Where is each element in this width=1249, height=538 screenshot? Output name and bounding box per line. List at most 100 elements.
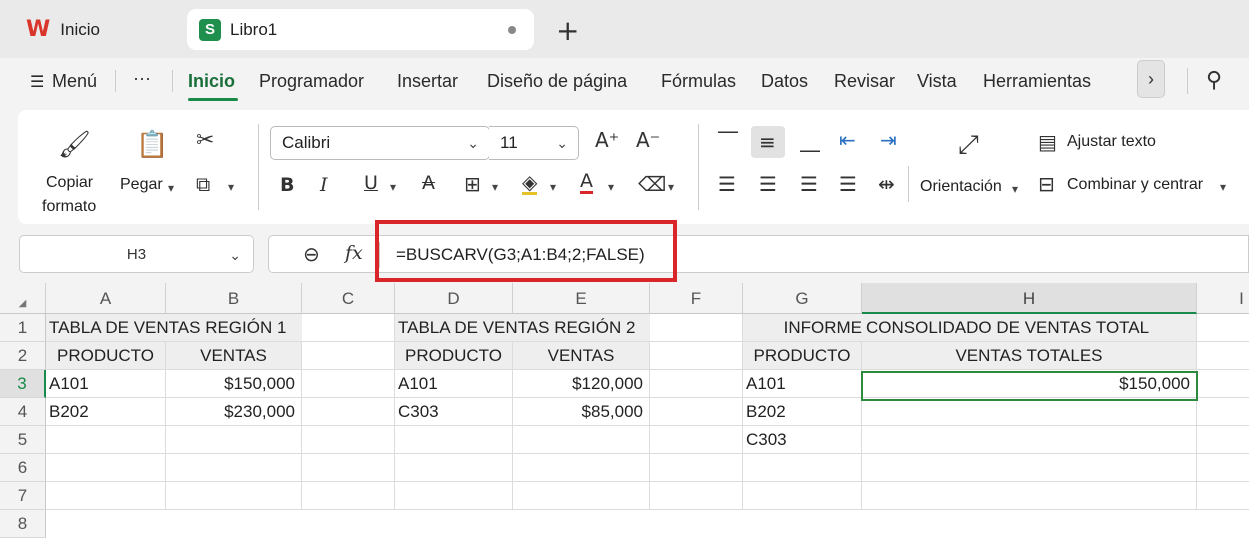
column-header[interactable]: E <box>513 283 650 314</box>
table-cell[interactable]: VENTAS TOTALES <box>862 342 1197 370</box>
table-cell[interactable] <box>650 398 743 426</box>
increase-indent-icon[interactable]: ⇥ <box>880 130 897 150</box>
table-cell[interactable] <box>650 370 743 398</box>
table-cell[interactable] <box>650 426 743 454</box>
paste-icon[interactable]: 📋 <box>136 132 168 158</box>
tab-data[interactable]: Datos <box>761 71 808 92</box>
menu-button[interactable]: Menú <box>52 71 97 92</box>
table-cell[interactable] <box>166 426 302 454</box>
eraser-icon[interactable]: ⌫ <box>638 174 666 194</box>
wrap-text-button[interactable]: Ajustar texto <box>1067 133 1156 151</box>
copy-format-label[interactable]: Copiar <box>46 174 93 192</box>
table-cell[interactable] <box>1197 426 1249 454</box>
table-cell[interactable] <box>302 370 395 398</box>
table-cell[interactable] <box>650 482 743 510</box>
table-cell[interactable]: $120,000 <box>513 370 650 398</box>
table-cell[interactable] <box>513 426 650 454</box>
more-options-icon[interactable]: ··· <box>133 68 151 89</box>
row-header[interactable]: 4 <box>0 398 46 426</box>
wrap-text-icon[interactable]: ▤ <box>1038 132 1057 152</box>
table-cell[interactable] <box>862 482 1197 510</box>
chevron-down-icon[interactable]: ▾ <box>1220 180 1226 194</box>
table-cell[interactable]: A101 <box>743 370 862 398</box>
select-all-corner[interactable]: ◢ <box>0 283 46 314</box>
table-cell[interactable] <box>302 398 395 426</box>
function-icon[interactable]: fx <box>345 244 363 263</box>
tab-view[interactable]: Vista <box>917 71 957 92</box>
decrease-font-icon[interactable]: A⁻ <box>636 130 660 150</box>
row-header[interactable]: 2 <box>0 342 46 370</box>
chevron-down-icon[interactable]: ▾ <box>608 180 614 194</box>
row-header[interactable]: 8 <box>0 510 46 538</box>
column-header[interactable]: D <box>395 283 513 314</box>
table-cell[interactable] <box>395 454 513 482</box>
table-cell[interactable] <box>862 398 1197 426</box>
tab-formulas[interactable]: Fórmulas <box>661 71 736 92</box>
table-cell[interactable] <box>46 454 166 482</box>
table-cell[interactable] <box>302 482 395 510</box>
row-header[interactable]: 3 <box>0 370 46 398</box>
row-header[interactable]: 1 <box>0 314 46 342</box>
font-name-select[interactable]: Calibri ⌄ <box>270 126 490 160</box>
align-center-icon[interactable]: ☰ <box>759 174 777 194</box>
decrease-indent-icon[interactable]: ⇤ <box>839 130 856 150</box>
increase-font-icon[interactable]: A⁺ <box>595 130 619 150</box>
table-cell[interactable] <box>395 482 513 510</box>
chevron-down-icon[interactable]: ▾ <box>1012 182 1018 196</box>
table-cell[interactable] <box>302 314 395 342</box>
table-cell[interactable]: CONSOLIDADO DE VENTAS TOTAL <box>862 314 1197 342</box>
zoom-formula-icon[interactable]: ⊖ <box>303 244 320 264</box>
table-cell[interactable]: $150,000 <box>166 370 302 398</box>
table-cell[interactable] <box>650 342 743 370</box>
column-header[interactable]: B <box>166 283 302 314</box>
table-cell[interactable]: PRODUCTO <box>46 342 166 370</box>
table-cell[interactable] <box>302 342 395 370</box>
hamburger-icon[interactable]: ☰ <box>30 72 44 91</box>
table-cell[interactable] <box>302 454 395 482</box>
align-bottom-icon[interactable]: ⎽ <box>800 130 820 150</box>
table-cell[interactable]: A101 <box>395 370 513 398</box>
tab-page-layout[interactable]: Diseño de página <box>487 71 627 92</box>
table-cell[interactable] <box>862 454 1197 482</box>
chevron-down-icon[interactable]: ▾ <box>668 180 674 194</box>
tab-libro1[interactable]: S Libro1 <box>187 9 534 50</box>
table-cell[interactable] <box>1197 342 1249 370</box>
column-header[interactable]: A <box>46 283 166 314</box>
table-cell[interactable] <box>46 482 166 510</box>
chevron-down-icon[interactable]: ▾ <box>390 180 396 194</box>
table-cell[interactable] <box>395 426 513 454</box>
table-cell[interactable]: B202 <box>743 398 862 426</box>
fill-color-icon[interactable]: ◈ <box>522 172 538 195</box>
chevron-down-icon[interactable]: ▾ <box>550 180 556 194</box>
table-cell[interactable]: $230,000 <box>166 398 302 426</box>
table-cell[interactable] <box>166 454 302 482</box>
chevron-down-icon[interactable]: ▾ <box>492 180 498 194</box>
distribute-icon[interactable]: ⇹ <box>878 174 895 194</box>
align-left-icon[interactable]: ☰ <box>718 174 736 194</box>
paste-button[interactable]: Pegar <box>120 176 163 194</box>
justify-icon[interactable]: ☰ <box>839 174 857 194</box>
tab-tools[interactable]: Herramientas <box>983 71 1091 92</box>
unsaved-dot-icon[interactable] <box>508 26 516 34</box>
table-cell[interactable] <box>1197 482 1249 510</box>
orientation-icon[interactable]: ⤢ <box>958 132 979 158</box>
align-middle-button[interactable]: ≡ <box>751 126 785 158</box>
underline-icon[interactable]: U <box>364 174 378 193</box>
name-box[interactable]: H3 ⌄ <box>19 235 254 273</box>
row-header[interactable]: 6 <box>0 454 46 482</box>
table-cell[interactable] <box>513 482 650 510</box>
merge-center-icon[interactable]: ⊟ <box>1038 174 1055 194</box>
cut-icon[interactable]: ✂ <box>196 130 214 152</box>
column-header[interactable]: H <box>862 283 1197 314</box>
table-cell[interactable]: TABLA DE VENTAS REGIÓN 1 <box>46 314 302 342</box>
column-header[interactable]: I <box>1197 283 1249 314</box>
table-cell[interactable]: INFORME <box>743 314 862 342</box>
table-cell[interactable]: B202 <box>46 398 166 426</box>
italic-icon[interactable]: I <box>320 176 328 195</box>
strikethrough-icon[interactable]: A <box>422 174 435 193</box>
chevron-down-icon[interactable]: ▾ <box>228 180 234 194</box>
tab-home[interactable]: Inicio <box>188 71 235 92</box>
table-cell[interactable]: VENTAS <box>513 342 650 370</box>
font-color-icon[interactable]: A <box>580 172 593 194</box>
tab-developer[interactable]: Programador <box>259 71 364 92</box>
